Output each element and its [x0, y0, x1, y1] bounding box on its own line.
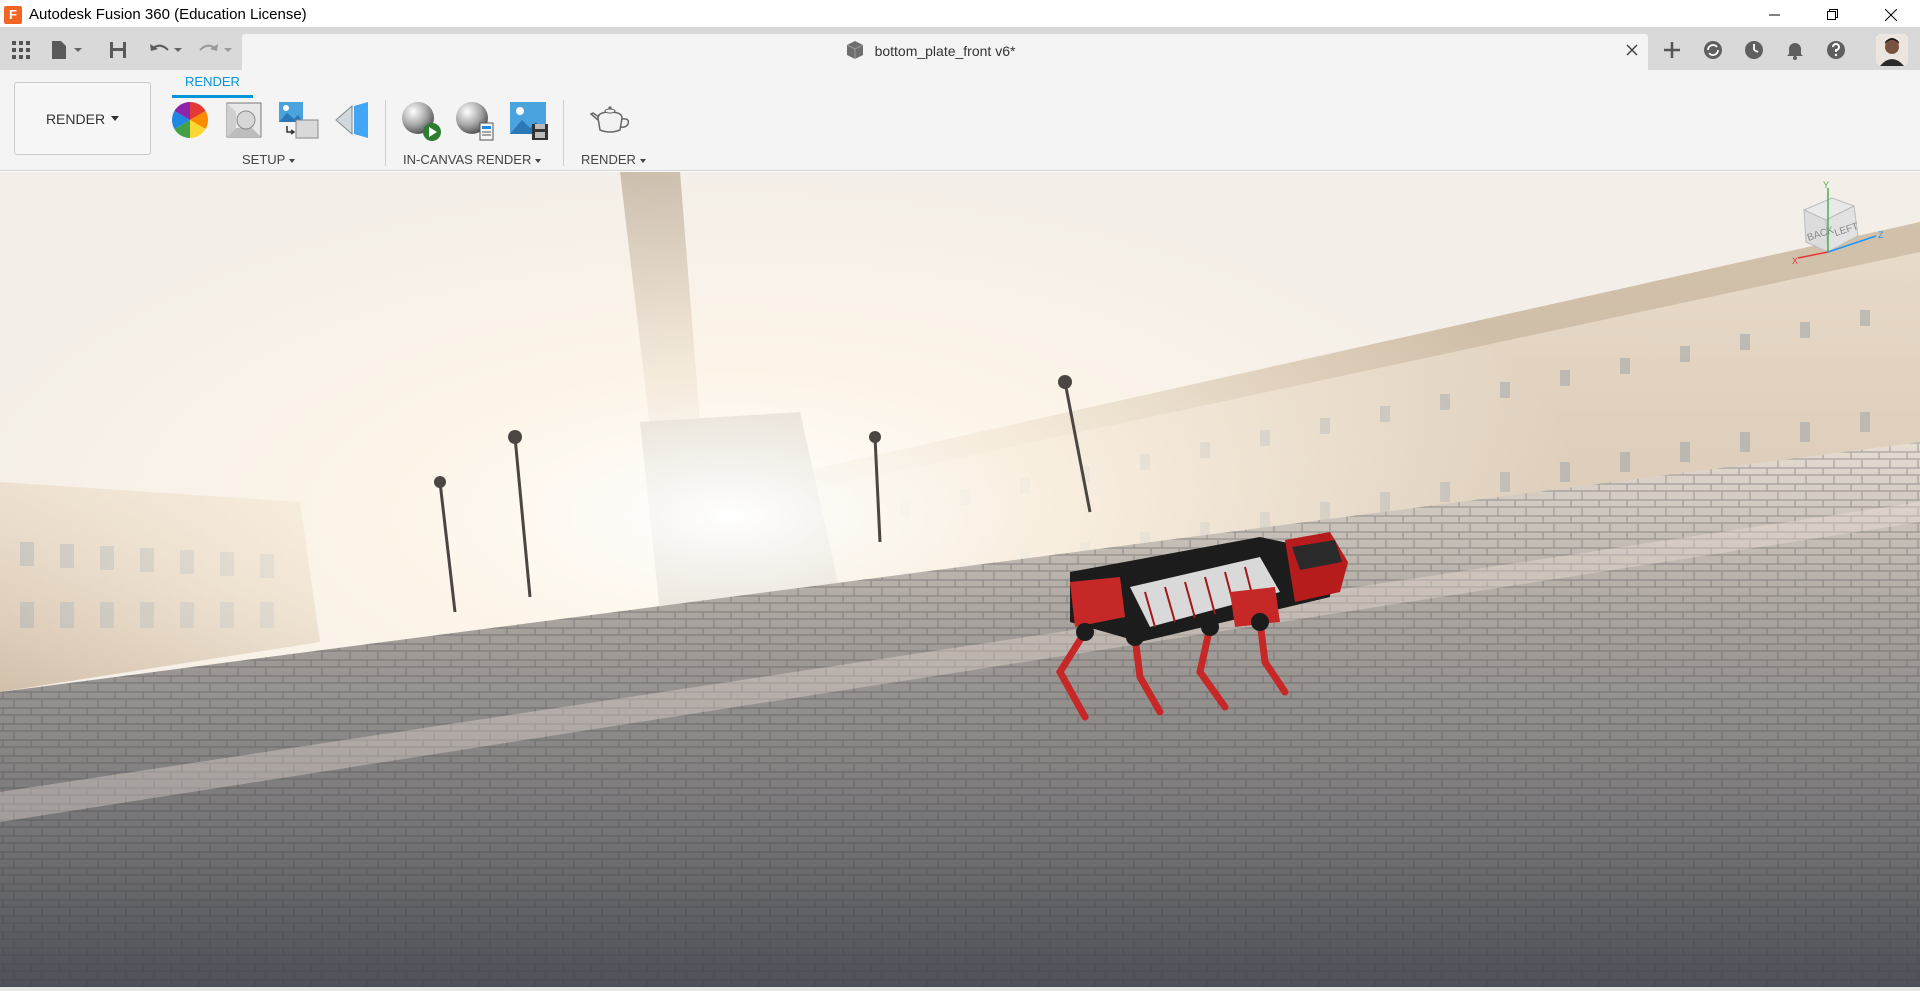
texture-map-icon [279, 102, 319, 139]
in-canvas-render-group[interactable]: IN-CANVAS RENDER [403, 152, 542, 167]
chevron-down-icon [535, 158, 542, 163]
render-group[interactable]: RENDER [581, 152, 646, 167]
capture-image-icon [510, 102, 548, 140]
restore-icon [1827, 8, 1838, 20]
texture-map-controls-button[interactable] [278, 100, 319, 140]
decal-button[interactable] [332, 100, 372, 140]
new-tab-button[interactable] [1659, 37, 1685, 63]
help-button[interactable] [1823, 37, 1849, 63]
toolbar: RENDER RENDER SETUP IN-CANVAS RENDER REN… [0, 70, 1920, 171]
redo-button[interactable] [196, 36, 236, 64]
scene-settings-icon [226, 102, 262, 138]
extensions-button[interactable] [1700, 37, 1726, 63]
in-canvas-render-button[interactable] [400, 100, 441, 141]
viewcube[interactable]: BACK LEFT Y Z X [1792, 180, 1892, 270]
help-icon [1827, 41, 1845, 59]
undo-icon [150, 44, 182, 52]
window-title: Autodesk Fusion 360 (Education License) [29, 6, 307, 23]
bell-icon [1787, 43, 1803, 60]
fusion-app-icon: F [4, 5, 22, 24]
in-canvas-render-settings-button[interactable] [454, 100, 494, 141]
tab-render[interactable]: RENDER [172, 74, 253, 89]
axis-y-label: Y [1823, 180, 1829, 190]
group-divider [563, 100, 564, 166]
workspace-switcher[interactable]: RENDER [14, 82, 151, 155]
canvas-bottom-border [0, 987, 1920, 991]
user-avatar[interactable] [1876, 34, 1908, 66]
close-icon [1885, 8, 1897, 21]
save-button[interactable] [106, 36, 130, 64]
render-settings-icon [456, 102, 494, 141]
axis-z-label: Z [1878, 230, 1884, 240]
document-tab[interactable]: bottom_plate_front v6* [242, 34, 1648, 70]
notifications-button[interactable] [1782, 37, 1808, 63]
appearance-button[interactable] [170, 100, 210, 140]
active-tab-indicator [172, 95, 253, 98]
decal-icon [335, 102, 368, 138]
viewcube-icon: BACK LEFT Y Z X [1792, 180, 1884, 266]
render-sphere-play-icon [402, 102, 441, 141]
close-window-button[interactable] [1862, 0, 1920, 29]
app-grid-icon [12, 41, 30, 59]
chevron-down-icon [289, 158, 296, 163]
redo-icon [199, 44, 232, 52]
minimize-icon [1769, 14, 1780, 15]
plus-icon [1664, 42, 1680, 58]
render-group-label: RENDER [581, 152, 636, 167]
group-divider [385, 100, 386, 166]
clock-icon [1745, 41, 1763, 59]
workspace-label: RENDER [45, 110, 106, 127]
refresh-globe-icon [1704, 41, 1722, 59]
minimize-button[interactable] [1746, 0, 1804, 29]
setup-group-label: SETUP [242, 152, 286, 167]
window-controls [1746, 0, 1920, 29]
document-name: bottom_plate_front v6* [874, 43, 1016, 59]
title-bar: F Autodesk Fusion 360 (Education License… [0, 0, 1920, 29]
close-icon [1626, 44, 1638, 56]
render-button[interactable] [588, 100, 630, 140]
render-canvas[interactable]: BACK LEFT Y Z X [0, 172, 1920, 991]
user-icon [1876, 34, 1908, 66]
capture-image-button[interactable] [508, 100, 548, 140]
save-icon [110, 42, 126, 58]
restore-button[interactable] [1804, 0, 1862, 29]
job-status-button[interactable] [1741, 37, 1767, 63]
file-menu-button[interactable] [48, 36, 88, 64]
quick-access-bar: bottom_plate_front v6* [0, 30, 1920, 70]
render-scene-image [0, 172, 1920, 991]
in-canvas-render-group-label: IN-CANVAS RENDER [403, 152, 532, 167]
color-wheel-icon [171, 102, 209, 138]
axis-x-label: X [1792, 256, 1798, 266]
chevron-down-icon [639, 158, 646, 163]
scene-settings-button[interactable] [224, 100, 264, 140]
undo-button[interactable] [146, 36, 186, 64]
file-icon [52, 41, 82, 59]
teapot-icon [589, 106, 630, 133]
close-tab-button[interactable] [1622, 40, 1642, 60]
setup-group[interactable]: SETUP [242, 152, 296, 167]
chevron-down-icon [111, 116, 120, 121]
data-panel-button[interactable] [8, 36, 34, 64]
